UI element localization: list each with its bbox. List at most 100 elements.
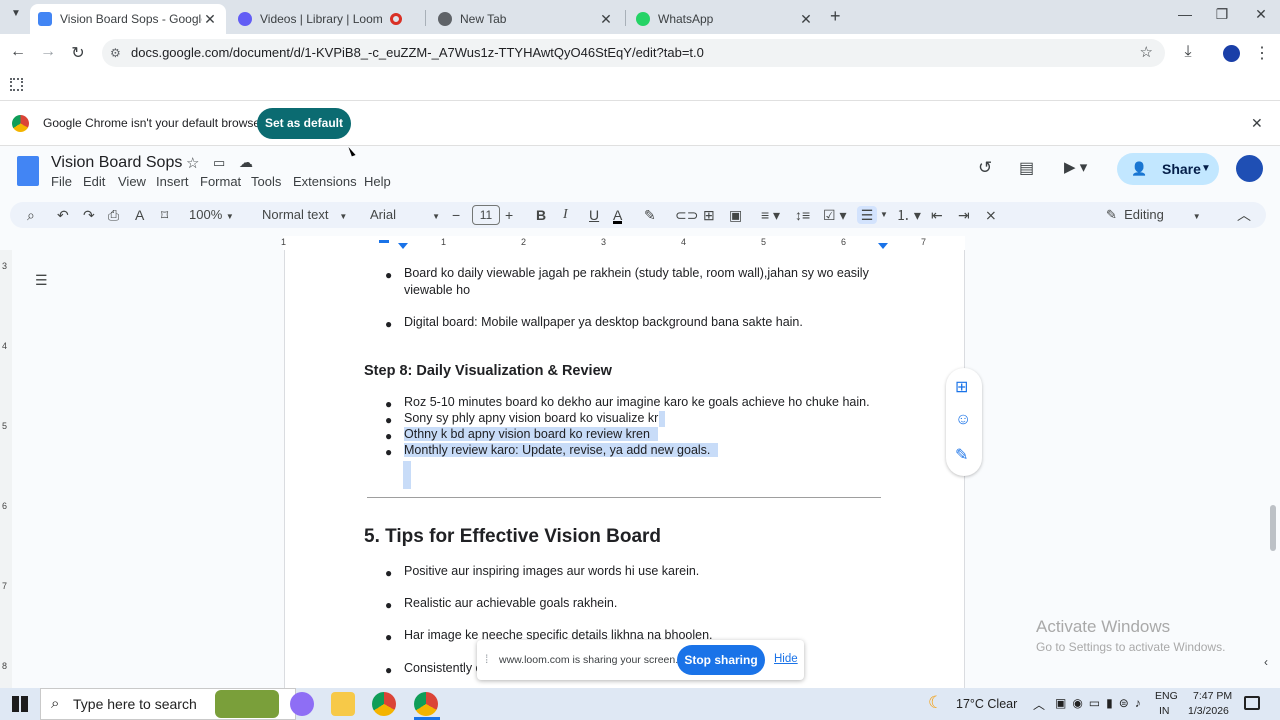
close-icon[interactable]: ✕ [202, 11, 218, 28]
version-history-icon[interactable]: ↺ [978, 158, 992, 178]
share-button[interactable]: 👤 Share ▼ [1117, 153, 1219, 185]
new-tab-button[interactable]: + [830, 6, 841, 27]
stop-sharing-button[interactable]: Stop sharing [677, 645, 765, 675]
clock-date[interactable]: 1/3/2026 [1188, 705, 1229, 717]
tray-icons[interactable]: ▣◉▭▮⊜♪ [1055, 696, 1147, 710]
collapse-toolbar-icon[interactable]: ︿ [1237, 206, 1251, 224]
spellcheck-icon[interactable]: A [135, 206, 144, 224]
zoom-select[interactable]: 100% ▼ [189, 206, 234, 224]
tray-chevron-icon[interactable]: ︿ [1033, 696, 1045, 713]
weather-icon[interactable]: ☾ [928, 693, 943, 713]
add-comment-icon[interactable]: ⊞ [955, 377, 968, 397]
doc-title[interactable]: Vision Board Sops [51, 154, 182, 172]
tab-google-docs[interactable]: Vision Board Sops - Google Do ✕ [30, 4, 226, 34]
bold-icon[interactable]: B [536, 206, 546, 224]
star-icon[interactable]: ☆ [186, 154, 199, 172]
style-select[interactable]: Normal text ▼ [262, 206, 347, 224]
weather-text[interactable]: 17°C Clear [956, 697, 1017, 711]
menu-extensions[interactable]: Extensions [293, 174, 357, 189]
numbered-list-icon[interactable]: ⒈ ▾ [896, 206, 921, 224]
indent-triangle[interactable] [398, 243, 408, 249]
undo-icon[interactable]: ↶ [57, 206, 69, 224]
link-icon[interactable]: ⊂⊃ [675, 206, 698, 224]
profile-avatar[interactable] [1223, 45, 1240, 62]
checklist-icon[interactable]: ☑ ▾ [823, 206, 846, 224]
side-panel-toggle-icon[interactable]: ‹ [1264, 655, 1268, 669]
font-size-input[interactable]: 11 [472, 205, 500, 225]
tab-loom[interactable]: Videos | Library | Loom [230, 4, 410, 34]
highlight-icon[interactable]: ✎ [644, 206, 656, 224]
bullet-text[interactable]: Positive aur inspiring images aur words … [404, 564, 699, 578]
selected-bullet-text[interactable]: Monthly review karo: Update, revise, ya … [404, 443, 719, 457]
close-window-button[interactable]: ✕ [1246, 6, 1276, 28]
increase-font-size-icon[interactable]: + [505, 206, 513, 224]
paint-format-icon[interactable]: ⌑ [161, 206, 168, 224]
menu-view[interactable]: View [118, 174, 146, 189]
bullet-text[interactable]: Consistently c [404, 661, 482, 675]
emoji-reaction-icon[interactable]: ☺ [955, 411, 971, 429]
vertical-scrollbar[interactable] [1270, 505, 1276, 551]
insert-image-icon[interactable]: ▣ [729, 206, 742, 224]
comments-icon[interactable]: ▤ [1019, 158, 1034, 178]
menu-file[interactable]: File [51, 174, 72, 189]
right-indent-triangle[interactable] [878, 243, 888, 249]
font-select[interactable]: Arial ▼ [370, 206, 440, 224]
set-as-default-button[interactable]: Set as default [257, 108, 351, 139]
address-bar[interactable]: ⚙ docs.google.com/document/d/1-KVPiB8_-c… [102, 39, 1165, 67]
account-avatar[interactable] [1236, 155, 1263, 182]
document-outline-icon[interactable]: ☰ [35, 272, 48, 289]
copilot-icon[interactable] [290, 692, 314, 716]
chevron-down-icon[interactable]: ▼ [1201, 153, 1211, 185]
editing-mode-select[interactable]: ✎ Editing ▼ [1106, 206, 1201, 224]
tab-search-button[interactable]: ▼ [6, 8, 26, 26]
bullet-text[interactable]: Sony sy phly apny vision board ko visual… [404, 411, 665, 425]
text-color-icon[interactable]: A [613, 206, 623, 224]
close-infobar-icon[interactable]: ✕ [1251, 115, 1263, 132]
underline-icon[interactable]: U [589, 206, 599, 224]
back-icon[interactable]: ← [8, 43, 28, 61]
menu-format[interactable]: Format [200, 174, 241, 189]
bullet-text[interactable]: Digital board: Mobile wallpaper ya deskt… [404, 315, 803, 329]
minimize-button[interactable]: — [1170, 6, 1200, 28]
docs-logo-icon[interactable] [17, 156, 39, 186]
language-indicator[interactable]: ENG [1155, 690, 1178, 702]
apps-grid-icon[interactable] [10, 78, 23, 91]
forward-icon[interactable]: → [38, 43, 58, 61]
vertical-ruler[interactable] [0, 250, 12, 690]
increase-indent-icon[interactable]: ⇥ [958, 206, 970, 224]
line-spacing-icon[interactable]: ↕≡ [795, 206, 810, 224]
tab-whatsapp[interactable]: WhatsApp ✕ [628, 4, 822, 34]
maximize-button[interactable]: ❐ [1207, 6, 1237, 28]
tips-heading[interactable]: 5. Tips for Effective Vision Board [364, 526, 661, 548]
clock-time[interactable]: 7:47 PM [1193, 690, 1232, 702]
close-icon[interactable]: ✕ [798, 11, 814, 28]
chrome-taskbar-icon[interactable] [372, 692, 396, 716]
notification-icon[interactable] [1244, 696, 1260, 710]
search-highlight-icon[interactable] [215, 690, 279, 718]
reload-icon[interactable]: ↻ [68, 43, 88, 63]
menu-icon[interactable]: ⋮ [1252, 43, 1272, 63]
horizontal-ruler[interactable] [283, 236, 965, 250]
bullet-text[interactable]: Board ko daily viewable jagah pe rakhein… [404, 266, 869, 280]
decrease-indent-icon[interactable]: ⇤ [931, 206, 943, 224]
bullet-text[interactable]: Realistic aur achievable goals rakhein. [404, 596, 617, 610]
file-explorer-icon[interactable] [331, 692, 355, 716]
indent-marker[interactable] [379, 240, 389, 243]
tab-new-tab[interactable]: New Tab ✕ [430, 4, 622, 34]
move-folder-icon[interactable]: ▭ [213, 155, 225, 171]
site-info-icon[interactable]: ⚙ [110, 39, 121, 67]
search-menus-icon[interactable]: ⌕ [27, 206, 35, 224]
print-icon[interactable]: ⎙ [108, 206, 119, 224]
clear-formatting-icon[interactable]: ⨯ [985, 206, 997, 224]
bullet-text-wrap[interactable]: viewable ho [404, 283, 470, 297]
align-icon[interactable]: ≡ ▾ [761, 206, 780, 224]
decrease-font-size-icon[interactable]: − [452, 206, 460, 224]
menu-insert[interactable]: Insert [156, 174, 189, 189]
selected-bullet-text[interactable]: Othny k bd apny vision board ko review k… [404, 427, 658, 441]
redo-icon[interactable]: ↷ [83, 206, 95, 224]
menu-tools[interactable]: Tools [251, 174, 281, 189]
menu-edit[interactable]: Edit [83, 174, 105, 189]
add-comment-icon[interactable]: ⊞ [703, 206, 715, 224]
suggest-edits-icon[interactable]: ✎ [955, 445, 968, 465]
bookmark-star-icon[interactable]: ☆ [1140, 39, 1153, 67]
